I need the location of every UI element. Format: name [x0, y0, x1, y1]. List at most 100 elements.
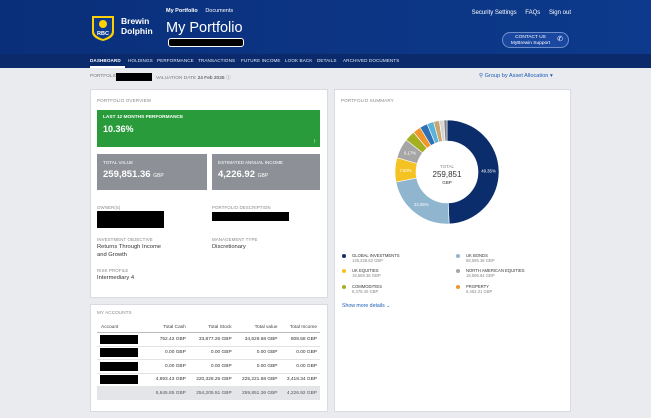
total-value-sum: 259,851.36 GBP [234, 386, 281, 400]
objective-line-1: Returns Through Income [97, 244, 162, 250]
risk-value: Intermediary 4 [97, 275, 135, 281]
performance-card[interactable]: LAST 12 MONTHS PERFORMANCE 10.36% ↑ [97, 110, 320, 147]
chevron-down-icon: ⌄ [386, 303, 391, 309]
active-tab-indicator [90, 66, 125, 68]
asset-allocation-donut[interactable]: 49.35% 22.55% 7.53% 6.17% TOTAL 259,851 GBP [372, 112, 522, 232]
cell-total-value: 225,221.68 GBP [234, 373, 281, 387]
contact-us-button[interactable]: CONTACT US MyBrewin Support ✆ [502, 32, 569, 48]
brand-line-1: Brewin [121, 16, 150, 26]
cell-total-stock: 220,328.25 GBP [188, 373, 235, 387]
legend-dot [342, 285, 346, 289]
brand-line-2: Dolphin [121, 26, 153, 36]
col-total-value[interactable]: Total value [234, 322, 281, 333]
tab-transactions[interactable]: TRANSACTIONS [198, 58, 235, 63]
management-value: Discretionary [212, 244, 246, 250]
legend-item-north-american-equities[interactable]: NORTH AMERICAN EQUITIES 18,596.64 GBP [466, 268, 525, 278]
total-value-unit: GBP [153, 173, 164, 179]
performance-label: LAST 12 MONTHS PERFORMANCE [103, 115, 184, 120]
cell-total-value: 0.00 GBP [234, 346, 281, 360]
summary-title: PORTFOLIO SUMMARY [341, 98, 394, 103]
phone-icon: ✆ [557, 36, 563, 43]
management-label: MANAGEMENT TYPE [212, 237, 258, 242]
link-security-settings[interactable]: Security Settings [472, 10, 517, 16]
legend-item-property[interactable]: PROPERTY 6,452.31 GBP [466, 284, 492, 294]
legend-item-commodities[interactable]: COMMODITIES 8,479.40 GBP [352, 284, 382, 294]
objective-label: INVESTMENT OBJECTIVE [97, 237, 153, 242]
col-total-stock[interactable]: Total Stock [188, 322, 235, 333]
total-value-amount: 259,851.36 GBP [103, 169, 164, 180]
legend-dot [342, 254, 346, 258]
legend-value: 58,595.38 GBP [466, 258, 495, 264]
account-links: Security Settings FAQs Sign out [465, 10, 571, 16]
slice-percent-label: 7.53% [399, 168, 411, 173]
cell-total-stock: 0.00 GBP [188, 346, 235, 360]
cell-total-value: 34,629.68 GBP [234, 332, 281, 347]
show-more-details-label: Show more details [342, 303, 385, 309]
table-row[interactable]: 4,893.43 GBP 220,328.25 GBP 225,221.68 G… [97, 373, 320, 387]
cell-total-income: 0.00 GBP [280, 359, 320, 374]
table-row[interactable]: 752.42 GBP 33,877.26 GBP 34,629.68 GBP 8… [97, 332, 320, 347]
col-total-cash[interactable]: Total Cash [149, 322, 189, 333]
cell-total-cash: 752.42 GBP [149, 332, 189, 347]
cell-total-income: 3,418.34 GBP [280, 373, 320, 387]
group-by-dropdown[interactable]: ⚲ Group by Asset Allocation ▾ [479, 73, 553, 79]
app-header: RBC Brewin Dolphin My Portfolio Document… [0, 0, 651, 54]
cell-total-cash: 4,893.43 GBP [149, 373, 189, 387]
redacted-description [212, 212, 289, 221]
arrow-up-icon: ↑ [313, 139, 316, 145]
link-faqs[interactable]: FAQs [525, 10, 540, 16]
top-links: My Portfolio Documents [166, 8, 239, 14]
legend-value: 18,596.64 GBP [466, 273, 495, 279]
tab-look-back[interactable]: LOOK BACK [285, 58, 312, 63]
donut-center-value: 259,851 [433, 170, 462, 179]
legend-item-global-investments[interactable]: GLOBAL INVESTMENTS 128,228.62 GBP [352, 253, 400, 263]
accounts-table: Account Total Cash Total Stock Total val… [97, 322, 320, 400]
cell-total-stock: 0.00 GBP [188, 359, 235, 374]
owners-label: OWNER(S) [97, 205, 121, 210]
redacted-account [97, 332, 150, 347]
cell-total-cash: 0.00 GBP [149, 359, 189, 374]
link-my-portfolio[interactable]: My Portfolio [166, 8, 198, 14]
link-documents[interactable]: Documents [205, 8, 233, 14]
accounts-title: MY ACCOUNTS [97, 310, 132, 315]
legend-item-uk-bonds[interactable]: UK BONDS 58,595.38 GBP [466, 253, 495, 263]
col-total-income[interactable]: Total Income [280, 322, 320, 333]
group-by-label: Group by Asset Allocation [484, 73, 549, 79]
link-sign-out[interactable]: Sign out [549, 10, 571, 16]
tab-future-income[interactable]: FUTURE INCOME [241, 58, 281, 63]
tab-performance[interactable]: PERFORMANCE [157, 58, 194, 63]
description-label: PORTFOLIO DESCRIPTION [212, 205, 271, 210]
legend-dot [456, 254, 460, 258]
col-account[interactable]: Account [97, 322, 150, 333]
redaction-bar [100, 361, 138, 371]
totals-row: 5,645.85 GBP 254,205.51 GBP 259,851.36 G… [97, 386, 320, 400]
redacted-portfolio-selector[interactable] [116, 73, 152, 81]
valuation-label: VALUATION DATE [156, 76, 197, 81]
table-row[interactable]: 0.00 GBP 0.00 GBP 0.00 GBP 0.00 GBP [97, 346, 320, 360]
rbc-logo-icon[interactable]: RBC [90, 14, 116, 42]
slice-percent-label: 6.17% [404, 151, 416, 156]
page-title: My Portfolio [166, 20, 243, 36]
chevron-down-icon: ▾ [549, 73, 553, 79]
info-icon[interactable]: ⓘ [226, 76, 231, 81]
tab-archived-documents[interactable]: ARCHIVED DOCUMENTS [343, 58, 399, 63]
redaction-bar [100, 348, 138, 358]
overview-title: PORTFOLIO OVERVIEW [97, 98, 152, 103]
performance-value: 10.36% [103, 124, 134, 134]
valuation-date-value: 24 Feb 2025 [197, 76, 225, 81]
table-header-row: Account Total Cash Total Stock Total val… [97, 322, 320, 333]
legend-item-uk-equities[interactable]: UK EQUITIES 19,568.36 GBP [352, 268, 381, 278]
risk-label: RISK PROFILE [97, 268, 129, 273]
table-row[interactable]: 0.00 GBP 0.00 GBP 0.00 GBP 0.00 GBP [97, 359, 320, 374]
totals-label-cell [97, 386, 150, 400]
brand-name: Brewin Dolphin [121, 16, 153, 36]
redacted-account [97, 359, 150, 374]
legend-value: 8,479.40 GBP [352, 289, 379, 295]
annual-income-amount: 4,226.92 GBP [218, 169, 268, 180]
donut-slice[interactable] [395, 177, 450, 225]
tab-holdings[interactable]: HOLDINGS [128, 58, 153, 63]
tab-dashboard[interactable]: DASHBOARD [90, 58, 121, 63]
tab-details[interactable]: DETAILS [317, 58, 337, 63]
redacted-account [97, 373, 150, 387]
show-more-details-link[interactable]: Show more details ⌄ [342, 303, 391, 309]
